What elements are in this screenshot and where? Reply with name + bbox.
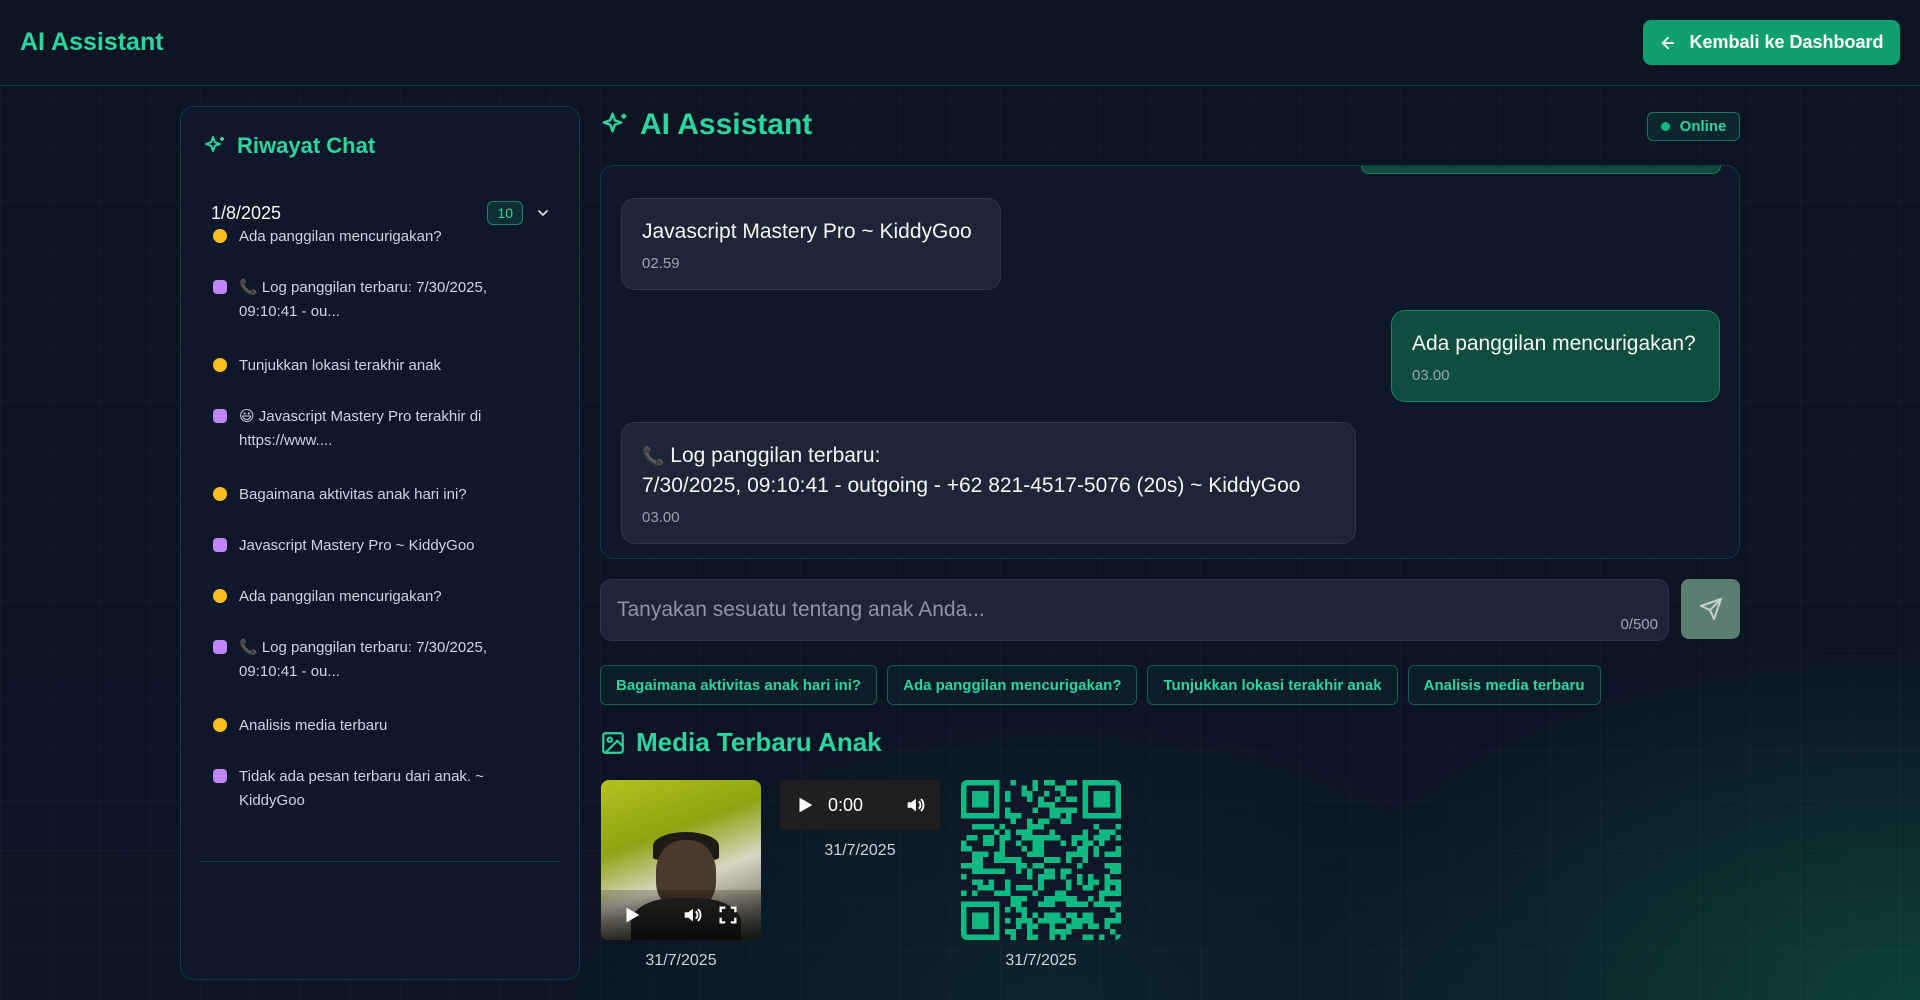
suggestion-chip[interactable]: Bagaimana aktivitas anak hari ini? — [600, 665, 878, 705]
video-player[interactable] — [601, 780, 761, 940]
history-item[interactable]: 📞 Log panggilan terbaru: 7/30/2025, 09:1… — [213, 276, 543, 354]
media-section-title: Media Terbaru Anak — [600, 727, 882, 758]
robot-icon — [213, 409, 227, 423]
message-input[interactable] — [601, 580, 1668, 640]
image-icon — [602, 731, 624, 754]
history-item[interactable]: Ada panggilan mencurigakan? — [213, 585, 543, 636]
user-emoji-icon — [213, 718, 227, 732]
back-to-dashboard-button[interactable]: Kembali ke Dashboard — [1643, 20, 1900, 65]
robot-icon — [213, 280, 227, 294]
history-item-text: Tunjukkan lokasi terakhir anak — [239, 357, 442, 374]
suggestion-chip[interactable]: Ada panggilan mencurigakan? — [887, 665, 1138, 705]
history-count-badge: 10 — [487, 201, 523, 225]
message-time: 02.59 — [642, 255, 680, 272]
chat-messages-panel[interactable]: Javascript Mastery Pro ~ KiddyGoo 02.59 … — [600, 165, 1740, 559]
volume-icon[interactable] — [681, 904, 703, 926]
user-message: Ada panggilan mencurigakan? 03.00 — [1391, 310, 1720, 402]
message-text: Ada panggilan mencurigakan? — [1412, 332, 1696, 355]
status-badge: Online — [1647, 112, 1740, 141]
history-item-text: 📞 Log panggilan terbaru: 7/30/2025, 09:1… — [239, 279, 488, 320]
message-time: 03.00 — [642, 509, 680, 526]
message-text: Log panggilan terbaru: — [670, 444, 881, 467]
suggestion-chips: Bagaimana aktivitas anak hari ini? Ada p… — [600, 665, 1601, 705]
chat-history-title-text: Riwayat Chat — [237, 133, 376, 158]
audio-player[interactable]: 0:00 — [780, 780, 940, 830]
history-item[interactable]: Ada panggilan mencurigakan? — [213, 225, 543, 276]
history-item[interactable]: 📞 Log panggilan terbaru: 7/30/2025, 09:1… — [213, 636, 543, 714]
back-to-dashboard-label: Kembali ke Dashboard — [1689, 32, 1884, 52]
bot-message: Javascript Mastery Pro ~ KiddyGoo 02.59 — [621, 198, 1001, 290]
history-item-text: Bagaimana aktivitas anak hari ini? — [239, 486, 467, 503]
qr-code-image[interactable] — [961, 780, 1121, 940]
assistant-title-text: AI Assistant — [640, 108, 813, 141]
arrow-left-icon — [1662, 36, 1675, 49]
audio-time: 0:00 — [828, 794, 864, 815]
char-counter: 0/500 — [1620, 616, 1658, 633]
suggestion-chip[interactable]: Analisis media terbaru — [1407, 665, 1601, 705]
media-section-title-text: Media Terbaru Anak — [636, 727, 882, 757]
robot-icon — [213, 769, 227, 783]
history-item-text: Ada panggilan mencurigakan? — [239, 588, 442, 605]
send-icon — [1699, 598, 1722, 620]
play-icon[interactable] — [794, 794, 816, 816]
history-item[interactable]: 😃 Javascript Mastery Pro terakhir di htt… — [213, 405, 543, 483]
history-item-text: 😃 Javascript Mastery Pro terakhir di htt… — [239, 408, 482, 449]
history-item-text: Ada panggilan mencurigakan? — [239, 228, 442, 245]
robot-icon — [213, 640, 227, 654]
user-emoji-icon — [213, 487, 227, 501]
status-dot-icon — [1660, 122, 1670, 131]
send-button[interactable] — [1681, 579, 1740, 639]
media-image-card: 31/7/2025 — [961, 780, 1121, 970]
message-text: Javascript Mastery Pro ~ KiddyGoo — [642, 220, 972, 243]
assistant-title: AI Assistant — [600, 108, 812, 142]
history-list: Ada panggilan mencurigakan? 📞 Log panggi… — [213, 225, 543, 843]
message-input-container: 0/500 — [600, 579, 1669, 641]
chat-history-title: Riwayat Chat — [203, 133, 375, 159]
volume-icon[interactable] — [904, 794, 926, 816]
history-item[interactable]: Javascript Mastery Pro ~ KiddyGoo — [213, 534, 543, 585]
video-controls — [601, 890, 761, 940]
status-text: Online — [1679, 118, 1727, 135]
suggestion-chip[interactable]: Tunjukkan lokasi terakhir anak — [1147, 665, 1398, 705]
media-video-card: 31/7/2025 — [601, 780, 761, 970]
qr-code-graphic — [961, 780, 1121, 940]
chat-history-sidebar: Riwayat Chat 1/8/2025 10 Ada panggilan m… — [180, 106, 580, 980]
history-item-text: 📞 Log panggilan terbaru: 7/30/2025, 09:1… — [239, 639, 488, 680]
bot-message: 📞 Log panggilan terbaru: 7/30/2025, 09:1… — [621, 422, 1356, 544]
chevron-down-icon — [538, 210, 548, 217]
user-emoji-icon — [213, 229, 227, 243]
media-date: 31/7/2025 — [1005, 952, 1077, 969]
app-title: AI Assistant — [20, 28, 164, 56]
history-item[interactable]: Analisis media terbaru — [213, 714, 543, 765]
history-item-text: Tidak ada pesan terbaru dari anak. ~ Kid… — [239, 768, 485, 809]
history-item[interactable]: Bagaimana aktivitas anak hari ini? — [213, 483, 543, 534]
media-date: 31/7/2025 — [824, 842, 896, 859]
sparkles-icon — [602, 112, 627, 133]
history-item[interactable]: Tunjukkan lokasi terakhir anak — [213, 354, 543, 405]
history-item[interactable]: Tidak ada pesan terbaru dari anak. ~ Kid… — [213, 765, 543, 843]
phone-icon: 📞 — [642, 446, 665, 466]
media-audio-card: 0:00 31/7/2025 — [780, 780, 940, 860]
user-emoji-icon — [213, 358, 227, 372]
history-date-label: 1/8/2025 — [211, 202, 282, 223]
robot-icon — [213, 538, 227, 552]
message-time: 03.00 — [1412, 367, 1450, 384]
message-text-line1: 📞 Log panggilan terbaru: — [642, 441, 1335, 471]
user-emoji-icon — [213, 589, 227, 603]
sidebar-divider — [201, 861, 559, 862]
top-bar: AI Assistant Kembali ke Dashboard — [0, 0, 1920, 86]
history-item-text: Javascript Mastery Pro ~ KiddyGoo — [239, 537, 475, 554]
play-icon[interactable] — [621, 904, 643, 926]
message-text: 7/30/2025, 09:10:41 - outgoing - +62 821… — [642, 474, 1301, 497]
previous-message-bubble — [1361, 166, 1721, 174]
fullscreen-icon[interactable] — [717, 904, 739, 926]
media-date: 31/7/2025 — [645, 952, 717, 969]
sparkles-icon — [205, 136, 224, 152]
history-item-text: Analisis media terbaru — [239, 717, 388, 734]
